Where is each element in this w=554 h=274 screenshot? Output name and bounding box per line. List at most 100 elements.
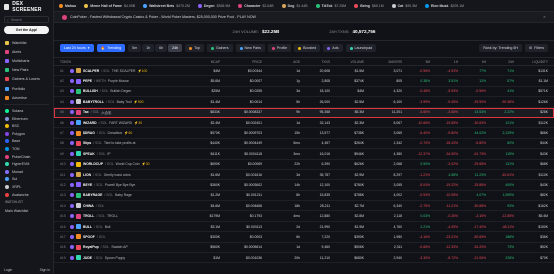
- change-1h-cell: -9.45%: [447, 99, 458, 104]
- chain-item-base[interactable]: Base: [0, 138, 53, 146]
- age-cell: 3d: [296, 172, 300, 177]
- last-24-hours-dropdown[interactable]: Last 24 hours ▾: [60, 44, 94, 52]
- login-link[interactable]: Login: [4, 268, 12, 272]
- sidebar-item-portfolio[interactable]: Portfolio: [0, 84, 53, 93]
- liquidity-cell: $1.1M: [538, 79, 548, 84]
- filter-boosted[interactable]: Boosted: [294, 44, 321, 52]
- logo[interactable]: DEX SCREENER: [0, 0, 53, 14]
- chain-item-ethereum[interactable]: Ethereum: [0, 115, 53, 123]
- filter-new-pairs[interactable]: New Pairs: [235, 44, 265, 52]
- sign-in-link[interactable]: Sign in: [40, 268, 50, 272]
- table-row[interactable]: #12 BEYE / SOL Powell Bye Bye Bye $360K $0.00…: [54, 180, 554, 191]
- ticker-item[interactable]: Being $65.1M: [354, 3, 384, 8]
- ticker-item[interactable]: Cat $95.3M: [391, 3, 417, 8]
- column-header-volume[interactable]: VOLUME: [332, 60, 366, 64]
- chain-item-polygon[interactable]: Polygon: [0, 130, 53, 138]
- chain-item-label: BSC: [12, 124, 20, 129]
- table-row[interactable]: #5 Tax / SOL 六合彩 $833K $0.0008337 9h 95,358 $5.3…: [54, 107, 554, 118]
- table-row[interactable]: #18 RoyalPup / SOL Swatch AP $560K $0.0005614…: [54, 243, 554, 254]
- ticker-item[interactable]: Meme Hall of Fame $4.09B: [84, 3, 135, 8]
- table-row[interactable]: #15 TROLL / SOL TROLL $179M $0.1793 4mo 12,880 $…: [54, 211, 554, 222]
- table-row[interactable]: #3 BULLISH / SOL Bullish Degen $25M $0.0255 3d…: [54, 87, 554, 98]
- search-input[interactable]: ⌕ Search: [4, 16, 49, 23]
- filter-launchpad[interactable]: Launchpad: [345, 44, 377, 52]
- chain-item-xrpl[interactable]: XRPL: [0, 183, 53, 191]
- chain-item-bsc[interactable]: BSC: [0, 123, 53, 131]
- table-row[interactable]: #2 PEPE / WETH Purple Mouse $5.6M $0.0007 1y 2,…: [54, 76, 554, 87]
- column-header-price[interactable]: PRICE: [222, 60, 264, 64]
- chain-item-avalanche[interactable]: Avalanche: [0, 191, 53, 199]
- trending-button[interactable]: 🔥 Trending: [96, 44, 126, 52]
- table-row[interactable]: #1 SCALPER / SOL THE SCALPER ⚡100 $4M $0.00344…: [54, 66, 554, 77]
- column-header-24h[interactable]: 24H: [488, 60, 516, 64]
- table-row[interactable]: #16 BULL / SOL Bull $3.1M $0.003113 2d 21,990 $1…: [54, 222, 554, 233]
- chain-item-hyperevm[interactable]: HyperEVM: [0, 160, 53, 168]
- table-row[interactable]: #7 $DRAG / SOL Dreadbox ⚡60 $970K $0.0009703 15…: [54, 128, 554, 139]
- close-icon[interactable]: ✕: [543, 15, 546, 19]
- age-cell: 9h: [296, 110, 300, 115]
- table-row[interactable]: #10 WORLDCUP / SOL World Cup Coin ⚡30 $690K $0…: [54, 160, 554, 170]
- rank-by-dropdown[interactable]: Rank by: Trending 6H: [479, 44, 522, 52]
- timeframe-24h[interactable]: 24h: [168, 44, 183, 52]
- table-row[interactable]: #17 SPOOF / SOL $300K $0.0003 6h 7,220 $390K 1,9…: [54, 232, 554, 243]
- sidebar-item-gainers-losers[interactable]: Gainers & Losers: [0, 75, 53, 84]
- change-24h-cell: 2.22%: [504, 110, 514, 115]
- token-rank: #1: [60, 68, 64, 73]
- ticker-item[interactable]: Elon Musk $209.1M: [424, 3, 464, 8]
- filters-button[interactable]: ⚙ Filters: [524, 44, 548, 52]
- filter-gainers[interactable]: Gainers: [206, 44, 233, 52]
- column-header-liquidity[interactable]: LIQUIDITY: [516, 60, 554, 64]
- chain-item-solana[interactable]: Solana: [0, 107, 53, 115]
- timeframe-6h[interactable]: 6h: [155, 44, 168, 52]
- main-watchlist[interactable]: Main Watchlist: [0, 206, 53, 215]
- chain-item-sui[interactable]: Sui: [0, 176, 53, 184]
- table-row[interactable]: #8 Stips / SOL Tied to take profits at $440K…: [54, 139, 554, 150]
- filter-ads[interactable]: Ads: [323, 44, 343, 52]
- volume-cell: $788K: [354, 193, 364, 198]
- chain-item-ton[interactable]: TON: [0, 145, 53, 153]
- table-row[interactable]: #19 JUDE / SOL Spoon Puppy $1M $0.001036 20h 11…: [54, 253, 554, 264]
- ticker-item[interactable]: Character $2.64B: [238, 3, 274, 8]
- column-header-makers[interactable]: MAKERS: [366, 60, 404, 64]
- sidebar-item-advertise[interactable]: Advertise: [0, 93, 53, 102]
- column-header-6h[interactable]: 6H: [460, 60, 488, 64]
- sidebar-item-multicharts[interactable]: Multicharts: [0, 56, 53, 65]
- sidebar-item-new-pairs[interactable]: New Pairs: [0, 66, 53, 75]
- filter-top[interactable]: Top: [185, 44, 204, 52]
- table-row[interactable]: #13 BABYRAGE / SOL Baby Rage $1.2M $0.001211 8…: [54, 191, 554, 202]
- makers-cell: 11,201: [391, 110, 402, 115]
- change-5m-cell: -0.96%: [419, 68, 430, 73]
- ticker-item[interactable]: TikTok $7.25M: [315, 3, 346, 8]
- ad-banner[interactable]: CoinPoker - Fastest Withdrawal Crypto Ca…: [54, 12, 554, 23]
- table-row[interactable]: #9 SPEAK / SOL IP $411K $0.0004118 3mo 16,016 $9…: [54, 149, 554, 160]
- ticker-item[interactable]: Wallstreet Bets $470.2M: [143, 3, 190, 8]
- table-row[interactable]: #11 LION / SOL Gently toast coins $1.6M $0.00…: [54, 170, 554, 181]
- timeframe-5m[interactable]: 5m: [128, 44, 142, 52]
- volume-cell: $680K: [354, 255, 364, 260]
- column-header-1h[interactable]: 1H: [432, 60, 460, 64]
- table-row[interactable]: #14 CHINA / SOL $4.6M $0.004668 18h 28,211 $2.7…: [54, 201, 554, 212]
- ticker-item[interactable]: Degen $365.9M: [197, 3, 230, 8]
- price-cell: $0.1793: [249, 214, 262, 219]
- table-row[interactable]: #4 BABYTROLL / SOL Baby Troll ⚡500 $1.4M $0.00…: [54, 97, 554, 108]
- token-avatar-icon: [76, 182, 81, 188]
- token-pair: / SOL: [96, 151, 106, 156]
- filter-label: Launchpad: [354, 46, 373, 50]
- chain-item-monad[interactable]: Monad: [0, 168, 53, 176]
- avalanche-chain-icon: [5, 192, 9, 197]
- ticker-name: Wallstreet Bets: [149, 3, 175, 8]
- ticker-item[interactable]: Mahuu: [59, 3, 76, 8]
- timeframe-1h[interactable]: 1h: [142, 44, 155, 52]
- sidebar-item-alerts[interactable]: Alerts: [0, 47, 53, 56]
- column-header-age[interactable]: AGE: [264, 60, 302, 64]
- column-header-5m[interactable]: 5M: [404, 60, 432, 64]
- ticker-item[interactable]: Dog $1.44B: [281, 3, 308, 8]
- filter-profile[interactable]: Profile: [267, 44, 292, 52]
- get-app-button[interactable]: Get the App!: [4, 26, 49, 34]
- column-header-token[interactable]: TOKEN: [54, 60, 194, 64]
- column-header-mcap[interactable]: MCAP: [194, 60, 222, 64]
- sidebar-item-watchlist[interactable]: Watchlist: [0, 38, 53, 47]
- column-header-txns[interactable]: TXNS: [302, 60, 332, 64]
- chain-item-pulsechain[interactable]: PulseChain: [0, 153, 53, 161]
- table-row[interactable]: #6 WIZARD / SOL FART WIZARD ⚡30 $2.4M $0.00240…: [54, 118, 554, 129]
